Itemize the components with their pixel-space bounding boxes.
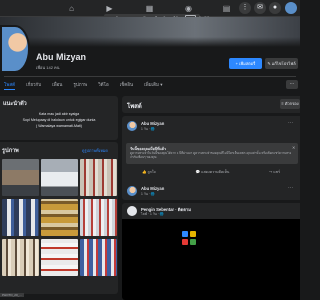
bio-line: ( Warnalaya warnamati-Mati): [36, 124, 82, 128]
photo-thumbnail[interactable]: [80, 199, 117, 236]
see-all-photos-link[interactable]: ดูรูปภาพทั้งหมด: [82, 148, 108, 154]
bio-line: Sopl Melupaay di halolaun untuk egigar d…: [22, 118, 96, 122]
filter-button[interactable]: ≡ ตัวกรอง: [280, 99, 300, 109]
tab-videos[interactable]: วิดีโอ: [98, 80, 109, 90]
posts-header: โพสต์ ≡ ตัวกรอง: [122, 96, 300, 113]
photos-card: รูปภาพ ดูรูปภาพทั้งหมด: [0, 142, 118, 294]
posts-heading: โพสต์: [127, 104, 142, 110]
account-avatar[interactable]: [285, 2, 297, 14]
notifications-icon[interactable]: ●: [269, 2, 281, 14]
comment-label: แสดงความคิดเห็น: [201, 170, 230, 174]
post-author-name[interactable]: Abu Mizyan: [141, 186, 164, 191]
tab-about[interactable]: เกี่ยวกับ: [26, 80, 41, 90]
photo-thumbnail[interactable]: [80, 159, 117, 196]
tab-posts[interactable]: โพสต์: [4, 80, 16, 90]
add-story-button[interactable]: + เพิ่มสตอรี่: [229, 58, 262, 69]
profile-name: Abu Mizyan: [36, 52, 87, 62]
tab-friends[interactable]: เพื่อน: [52, 80, 62, 90]
messenger-icon[interactable]: ✉: [254, 2, 266, 14]
photo-thumbnail[interactable]: [2, 199, 39, 236]
share-button[interactable]: ↪ แชร์: [269, 168, 280, 176]
video-frame-block: [182, 239, 188, 245]
video-frame-block: [182, 231, 188, 237]
shared-post-card: Pengin Sebentar · ติดตาม ไลฟ์ · 1 วัน · …: [122, 203, 300, 300]
post-author-avatar[interactable]: [127, 121, 137, 131]
post-options-icon[interactable]: ···: [288, 120, 293, 126]
menu-icon[interactable]: ⋮: [239, 2, 251, 14]
photo-thumbnail[interactable]: [41, 199, 78, 236]
memory-description: ดูความทรงจำในวันนี้ของคุณได้จาก 1 ปีที่ผ…: [130, 151, 292, 159]
home-icon[interactable]: ⌂: [66, 3, 77, 14]
groups-icon[interactable]: ◉: [183, 3, 194, 14]
live-video-thumbnail[interactable]: [122, 219, 300, 300]
post-timestamp[interactable]: 1 วัน · 🌐: [141, 127, 155, 132]
tab-more[interactable]: เพิ่มเติม ▾: [144, 80, 162, 90]
header-divider: [4, 76, 296, 77]
photo-thumbnail[interactable]: [2, 159, 39, 196]
close-icon[interactable]: ✕: [292, 145, 295, 150]
cover-photo[interactable]: [0, 17, 300, 47]
post-author-name[interactable]: Abu Mizyan: [141, 121, 164, 126]
photo-filename-label: PHOTO_20_…: [0, 293, 25, 297]
edit-profile-button[interactable]: ✎ แก้ไขโปรไฟล์: [265, 58, 298, 69]
friends-count[interactable]: เพื่อน 142 คน: [36, 64, 59, 71]
marketplace-icon[interactable]: ▦: [144, 3, 155, 14]
photos-heading: รูปภาพ: [2, 148, 19, 154]
video-icon[interactable]: ▶: [104, 3, 115, 14]
profile-tabs: โพสต์ เกี่ยวกับ เพื่อน รูปภาพ วิดีโอ เช็…: [4, 80, 174, 90]
post-timestamp[interactable]: 1 วัน · 🌐: [141, 192, 155, 197]
like-label: ถูกใจ: [147, 170, 156, 174]
intro-card: แนะนำตัว Kata mau jadi aktr syaiga Sopl …: [0, 96, 118, 140]
video-frame-block: [190, 239, 196, 245]
page-avatar[interactable]: [127, 206, 137, 216]
post-card: Abu Mizyan 1 วัน · 🌐 ···: [122, 182, 300, 200]
post-timestamp[interactable]: ไลฟ์ · 1 วัน · 🌐: [141, 212, 164, 217]
post-author-avatar[interactable]: [127, 186, 137, 196]
comment-button[interactable]: 💬 แสดงความคิดเห็น: [196, 168, 230, 176]
share-label: แชร์: [273, 170, 281, 174]
photo-thumbnail[interactable]: [41, 239, 78, 276]
photo-thumbnail[interactable]: [80, 239, 117, 276]
bio-line: Kata mau jadi aktr syaiga: [38, 112, 80, 116]
post-options-icon[interactable]: ···: [288, 185, 293, 191]
tab-photos[interactable]: รูปภาพ: [73, 80, 87, 90]
profile-avatar[interactable]: [0, 25, 30, 73]
memory-banner: วันนี้ของคุณเมื่อปีที่แล้ว ดูความทรงจำใน…: [126, 143, 298, 164]
gaming-icon[interactable]: ▤: [221, 3, 232, 14]
reaction-bar: 👍 ถูกใจ 💬 แสดงความคิดเห็น ↪ แชร์: [122, 168, 300, 176]
like-button[interactable]: 👍 ถูกใจ: [142, 168, 156, 176]
video-frame-block: [190, 231, 196, 237]
photo-thumbnail[interactable]: [41, 159, 78, 196]
more-options-button[interactable]: ···: [286, 80, 298, 89]
intro-heading: แนะนำตัว: [3, 101, 27, 107]
tab-checkins[interactable]: เช็คอิน: [120, 80, 133, 90]
photo-thumbnail[interactable]: [2, 239, 39, 276]
